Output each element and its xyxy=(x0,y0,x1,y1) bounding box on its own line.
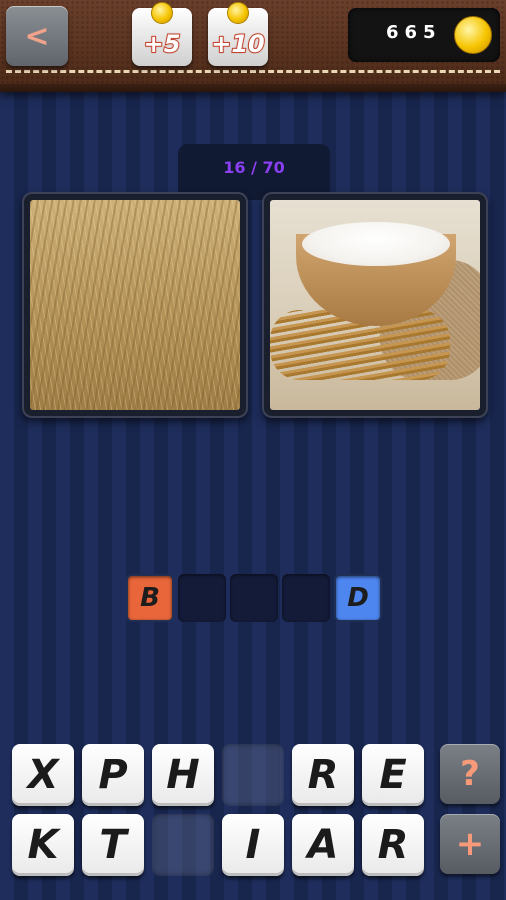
letter-tile-empty xyxy=(222,744,284,806)
wheat-field-photo xyxy=(30,200,240,410)
letter-tile[interactable]: K xyxy=(12,814,74,876)
letter-tile[interactable]: R xyxy=(362,814,424,876)
answer-slots: B D xyxy=(126,574,382,622)
letter-tile[interactable]: A xyxy=(292,814,354,876)
stitch-divider xyxy=(6,70,500,73)
letter-tile[interactable]: E xyxy=(362,744,424,806)
picture-frame-1 xyxy=(22,192,248,418)
coin-balance: 665 xyxy=(348,8,500,62)
letter-tile[interactable]: X xyxy=(12,744,74,806)
answer-slot[interactable] xyxy=(282,574,330,622)
answer-slot[interactable]: D xyxy=(334,574,382,622)
answer-slot[interactable]: B xyxy=(126,574,174,622)
question-mark-icon: ? xyxy=(460,754,480,794)
answer-slot[interactable] xyxy=(178,574,226,622)
add-coins-button[interactable]: + xyxy=(440,814,500,874)
bonus-10-button[interactable]: +10 xyxy=(208,2,268,66)
picture-frame-2 xyxy=(262,192,488,418)
letter-tile[interactable]: P xyxy=(82,744,144,806)
coin-icon xyxy=(151,2,173,24)
flour-bowl-photo xyxy=(270,200,480,410)
bonus-10-label: +10 xyxy=(210,29,266,59)
flour-pile xyxy=(302,222,450,266)
coin-icon xyxy=(227,2,249,24)
letter-tile[interactable]: T xyxy=(82,814,144,876)
letter-tile[interactable]: R xyxy=(292,744,354,806)
plus-icon: + xyxy=(455,824,485,864)
bonus-5-button[interactable]: +5 xyxy=(132,2,192,66)
answer-slot[interactable] xyxy=(230,574,278,622)
top-bar: < +5 +10 665 xyxy=(0,0,506,92)
letter-tile[interactable]: I xyxy=(222,814,284,876)
letter-tile[interactable]: H xyxy=(152,744,214,806)
header-edge xyxy=(0,84,506,92)
back-arrow-icon: < xyxy=(24,18,50,54)
coin-count: 665 xyxy=(386,22,442,43)
bonus-5-label: +5 xyxy=(143,29,182,59)
level-progress: 16 / 70 xyxy=(223,158,285,177)
letter-tile-empty xyxy=(152,814,214,876)
back-button[interactable]: < xyxy=(6,6,68,66)
hint-button[interactable]: ? xyxy=(440,744,500,804)
coin-icon xyxy=(454,16,492,54)
